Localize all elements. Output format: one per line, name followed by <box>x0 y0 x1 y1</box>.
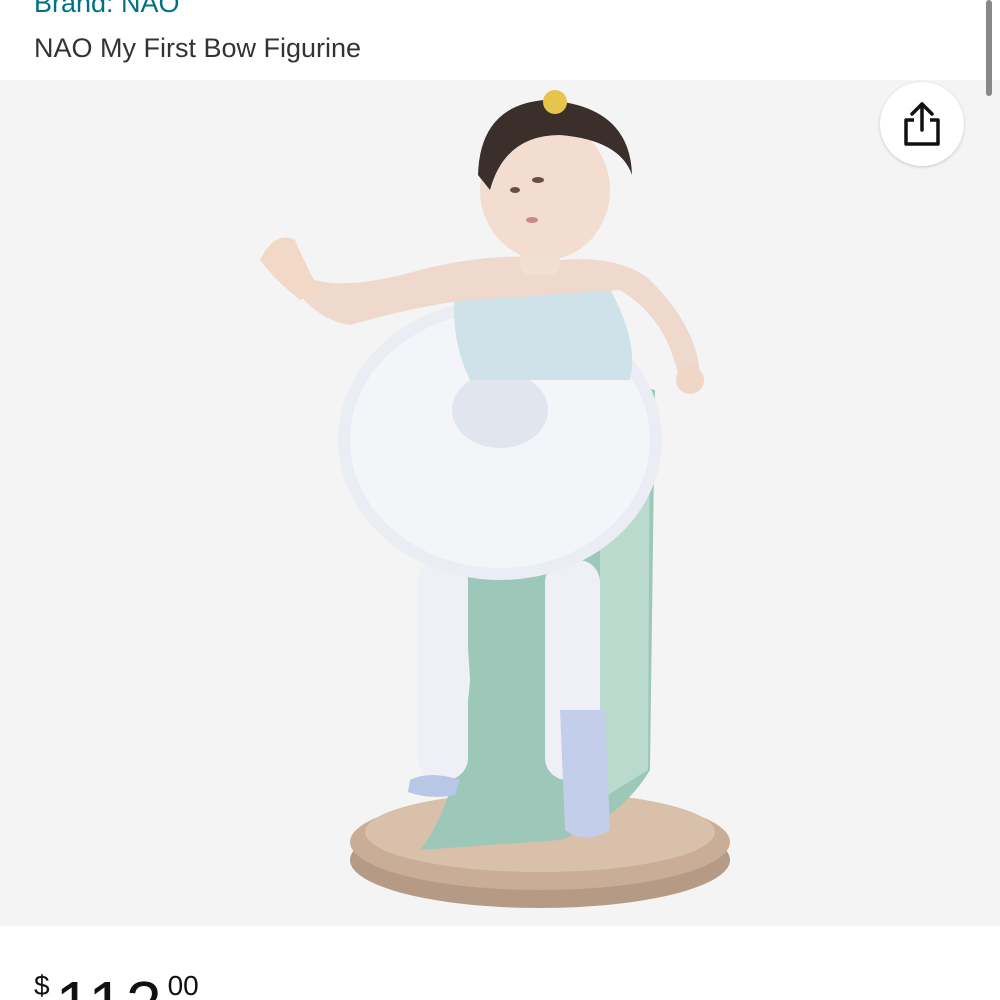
share-button[interactable] <box>880 82 964 166</box>
product-image[interactable] <box>0 80 1000 926</box>
product-title: NAO My First Bow Figurine <box>34 33 362 63</box>
share-icon <box>904 102 940 146</box>
price-currency-symbol: $ <box>34 970 50 1000</box>
price-fraction: 00 <box>167 970 199 1000</box>
price: $ 112 00 <box>34 960 199 1000</box>
scrollbar[interactable] <box>986 0 992 96</box>
figurine-illustration <box>260 90 730 908</box>
price-whole: 112 <box>56 972 164 1000</box>
brand-link[interactable]: Brand: NAO <box>34 0 180 18</box>
